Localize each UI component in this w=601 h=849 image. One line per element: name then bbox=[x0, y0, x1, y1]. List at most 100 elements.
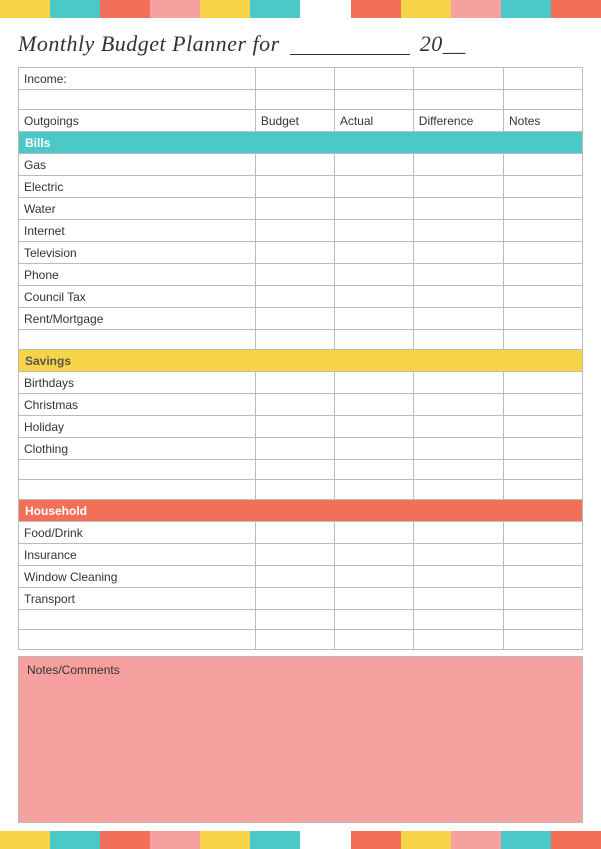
row-transport-notes[interactable] bbox=[504, 588, 583, 610]
row-water-diff[interactable] bbox=[413, 198, 503, 220]
row-christmas-diff[interactable] bbox=[413, 394, 503, 416]
row-window-cleaning-diff[interactable] bbox=[413, 566, 503, 588]
er1-c5 bbox=[504, 90, 583, 110]
row-christmas-budget[interactable] bbox=[255, 394, 334, 416]
row-birthdays-actual[interactable] bbox=[334, 372, 413, 394]
row-holiday-notes[interactable] bbox=[504, 416, 583, 438]
row-water-label: Water bbox=[19, 198, 256, 220]
row-holiday-actual[interactable] bbox=[334, 416, 413, 438]
row-council-tax-actual[interactable] bbox=[334, 286, 413, 308]
row-phone-diff[interactable] bbox=[413, 264, 503, 286]
row-water-notes[interactable] bbox=[504, 198, 583, 220]
row-water-budget[interactable] bbox=[255, 198, 334, 220]
bottom-bar-seg-12 bbox=[551, 831, 601, 849]
row-council-tax-notes[interactable] bbox=[504, 286, 583, 308]
row-television-label: Television bbox=[19, 242, 256, 264]
er4-c1 bbox=[19, 480, 256, 500]
row-television-budget[interactable] bbox=[255, 242, 334, 264]
row-food-drink-budget[interactable] bbox=[255, 522, 334, 544]
bottom-bar-seg-4 bbox=[150, 831, 200, 849]
row-holiday-budget[interactable] bbox=[255, 416, 334, 438]
row-electric-diff[interactable] bbox=[413, 176, 503, 198]
row-television-notes[interactable] bbox=[504, 242, 583, 264]
row-rent-mortgage-actual[interactable] bbox=[334, 308, 413, 330]
row-television-diff[interactable] bbox=[413, 242, 503, 264]
row-transport-diff[interactable] bbox=[413, 588, 503, 610]
income-actual bbox=[334, 68, 413, 90]
row-window-cleaning-budget[interactable] bbox=[255, 566, 334, 588]
bills-label: Bills bbox=[19, 132, 583, 154]
row-food-drink-label: Food/Drink bbox=[19, 522, 256, 544]
top-bar-seg-10 bbox=[451, 0, 501, 18]
notes-label: Notes/Comments bbox=[27, 663, 574, 677]
row-food-drink-actual[interactable] bbox=[334, 522, 413, 544]
row-food-drink: Food/Drink bbox=[19, 522, 583, 544]
er6-c5 bbox=[504, 630, 583, 650]
er3-c2 bbox=[255, 460, 334, 480]
bottom-bar-seg-2 bbox=[50, 831, 100, 849]
row-transport-actual[interactable] bbox=[334, 588, 413, 610]
row-electric-budget[interactable] bbox=[255, 176, 334, 198]
row-gas-actual[interactable] bbox=[334, 154, 413, 176]
row-insurance-notes[interactable] bbox=[504, 544, 583, 566]
empty-row-4 bbox=[19, 480, 583, 500]
row-internet-diff[interactable] bbox=[413, 220, 503, 242]
row-clothing-actual[interactable] bbox=[334, 438, 413, 460]
row-television-actual[interactable] bbox=[334, 242, 413, 264]
row-insurance-budget[interactable] bbox=[255, 544, 334, 566]
row-phone-actual[interactable] bbox=[334, 264, 413, 286]
row-gas-diff[interactable] bbox=[413, 154, 503, 176]
row-clothing-budget[interactable] bbox=[255, 438, 334, 460]
savings-section-header: Savings bbox=[19, 350, 583, 372]
row-window-cleaning-label: Window Cleaning bbox=[19, 566, 256, 588]
row-birthdays-notes[interactable] bbox=[504, 372, 583, 394]
row-insurance-diff[interactable] bbox=[413, 544, 503, 566]
row-window-cleaning-notes[interactable] bbox=[504, 566, 583, 588]
row-transport-budget[interactable] bbox=[255, 588, 334, 610]
row-birthdays-diff[interactable] bbox=[413, 372, 503, 394]
notes-section[interactable]: Notes/Comments bbox=[18, 656, 583, 823]
row-holiday-diff[interactable] bbox=[413, 416, 503, 438]
row-gas-notes[interactable] bbox=[504, 154, 583, 176]
title-prefix: Monthly Budget Planner for bbox=[18, 31, 280, 56]
row-birthdays-budget[interactable] bbox=[255, 372, 334, 394]
row-transport-label: Transport bbox=[19, 588, 256, 610]
row-internet-actual[interactable] bbox=[334, 220, 413, 242]
row-rent-mortgage-diff[interactable] bbox=[413, 308, 503, 330]
row-rent-mortgage-notes[interactable] bbox=[504, 308, 583, 330]
row-christmas-notes[interactable] bbox=[504, 394, 583, 416]
col-notes: Notes bbox=[504, 110, 583, 132]
er5-c3 bbox=[334, 610, 413, 630]
row-electric-actual[interactable] bbox=[334, 176, 413, 198]
row-window-cleaning-actual[interactable] bbox=[334, 566, 413, 588]
row-clothing-label: Clothing bbox=[19, 438, 256, 460]
title-name-line bbox=[290, 28, 410, 55]
row-internet-budget[interactable] bbox=[255, 220, 334, 242]
row-food-drink-notes[interactable] bbox=[504, 522, 583, 544]
row-internet-notes[interactable] bbox=[504, 220, 583, 242]
top-bar-seg-8 bbox=[351, 0, 401, 18]
bottom-bar-seg-6 bbox=[250, 831, 300, 849]
main-content: Monthly Budget Planner for 20__ Income: bbox=[0, 18, 601, 831]
empty-row-3 bbox=[19, 460, 583, 480]
row-electric-notes[interactable] bbox=[504, 176, 583, 198]
er3-c5 bbox=[504, 460, 583, 480]
row-council-tax-diff[interactable] bbox=[413, 286, 503, 308]
row-insurance: Insurance bbox=[19, 544, 583, 566]
row-gas-budget[interactable] bbox=[255, 154, 334, 176]
row-clothing-notes[interactable] bbox=[504, 438, 583, 460]
row-clothing-diff[interactable] bbox=[413, 438, 503, 460]
row-phone-budget[interactable] bbox=[255, 264, 334, 286]
row-phone-notes[interactable] bbox=[504, 264, 583, 286]
row-water-actual[interactable] bbox=[334, 198, 413, 220]
row-food-drink-diff[interactable] bbox=[413, 522, 503, 544]
household-label: Household bbox=[19, 500, 583, 522]
row-transport: Transport bbox=[19, 588, 583, 610]
row-insurance-actual[interactable] bbox=[334, 544, 413, 566]
row-rent-mortgage-budget[interactable] bbox=[255, 308, 334, 330]
row-internet-label: Internet bbox=[19, 220, 256, 242]
top-bar-seg-7 bbox=[300, 0, 350, 18]
bottom-bar-seg-8 bbox=[351, 831, 401, 849]
row-christmas-actual[interactable] bbox=[334, 394, 413, 416]
row-council-tax-budget[interactable] bbox=[255, 286, 334, 308]
